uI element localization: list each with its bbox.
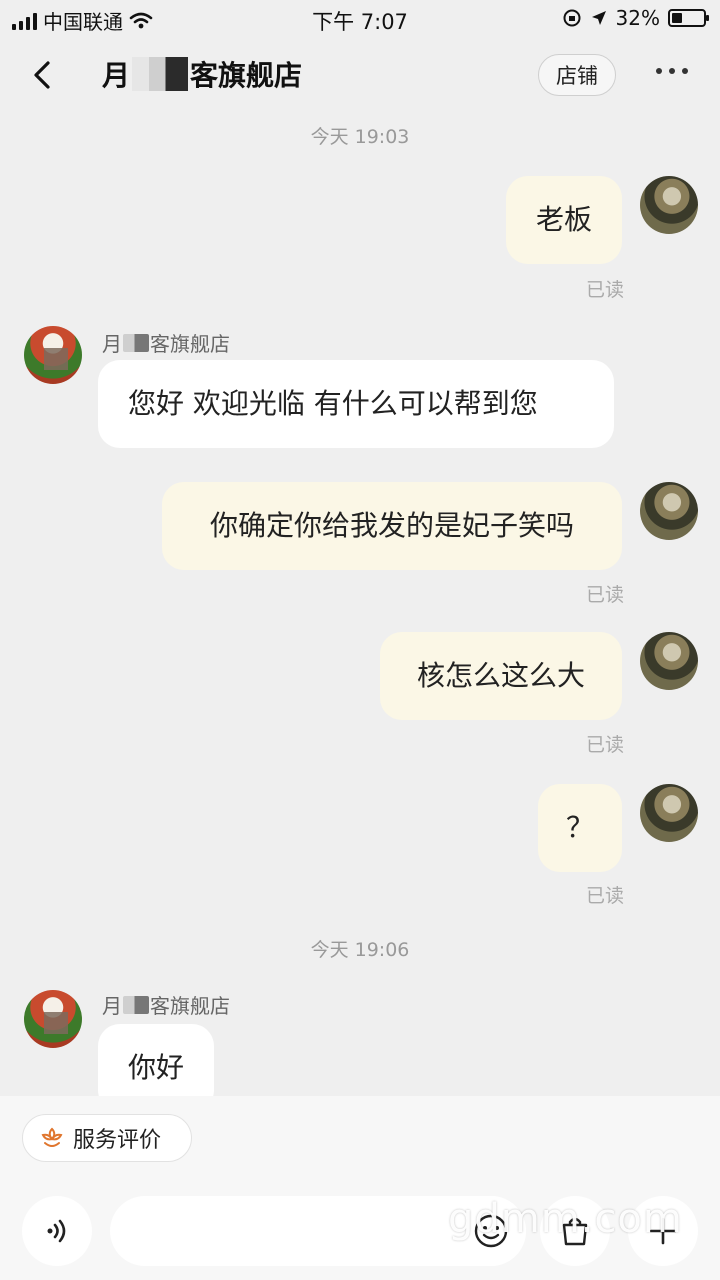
read-status: 已读 [586,279,625,301]
shop-button[interactable]: 店铺 [538,54,616,96]
rotation-lock-icon [563,9,581,27]
read-status: 已读 [586,734,625,756]
service-rating-label: 服务评价 [73,1128,162,1153]
flower-icon [41,1127,63,1147]
message-bubble-self[interactable]: 核怎么这么大 [380,632,622,720]
timestamp: 今天 19:06 [310,939,410,961]
sender-name: 月 客旗舰店 [102,990,230,1019]
message-bubble-self[interactable]: 老板 [506,176,622,264]
voice-button[interactable] [22,1196,92,1266]
read-status: 已读 [586,584,625,606]
message-bubble-other[interactable]: 您好 欢迎光临 有什么可以帮到您 [98,360,614,448]
message-bubble-other[interactable]: 你好 [98,1024,214,1096]
censor-mosaic [132,57,189,91]
censor-mosaic [123,995,149,1014]
censor-mosaic [123,333,149,352]
chevron-left-icon[interactable] [28,60,58,90]
shop-avatar[interactable] [24,326,82,384]
shop-avatar[interactable] [24,990,82,1048]
sender-name-prefix: 月 [102,994,122,1018]
more-horizontal-icon[interactable] [656,68,688,74]
sender-name-suffix: 客旗舰店 [150,994,230,1018]
chat-area[interactable]: 今天 19:03 老板 已读 月 客旗舰店 您好 欢迎光临 有什么可以帮到您 你… [0,112,720,1096]
status-bar: 中国联通 下午 7:07 32% [0,0,720,38]
quick-action-bar: 服务评价 [0,1096,720,1170]
watermark: gdmm.com [448,1196,683,1242]
read-status: 已读 [586,885,625,907]
status-right: 32% [562,6,709,30]
sender-name-suffix: 客旗舰店 [150,332,230,356]
timestamp: 今天 19:03 [310,126,410,148]
battery-icon [668,9,709,27]
user-avatar[interactable] [640,784,698,842]
user-avatar[interactable] [640,482,698,540]
user-avatar[interactable] [640,176,698,234]
location-icon [591,11,606,25]
page-title: 月 客旗舰店 [102,54,302,94]
message-bubble-self[interactable]: ？ [538,784,622,872]
message-bubble-self[interactable]: 你确定你给我发的是妃子笑吗 [162,482,622,570]
title-prefix: 月 [102,59,131,92]
title-suffix: 客旗舰店 [190,59,303,92]
service-rating-button[interactable]: 服务评价 [22,1114,192,1162]
sender-name-prefix: 月 [102,332,122,356]
nav-bar: 月 客旗舰店 店铺 [0,38,720,112]
user-avatar[interactable] [640,632,698,690]
battery-percent: 32% [615,6,660,30]
sender-name: 月 客旗舰店 [102,328,230,357]
voice-icon [47,1219,66,1243]
